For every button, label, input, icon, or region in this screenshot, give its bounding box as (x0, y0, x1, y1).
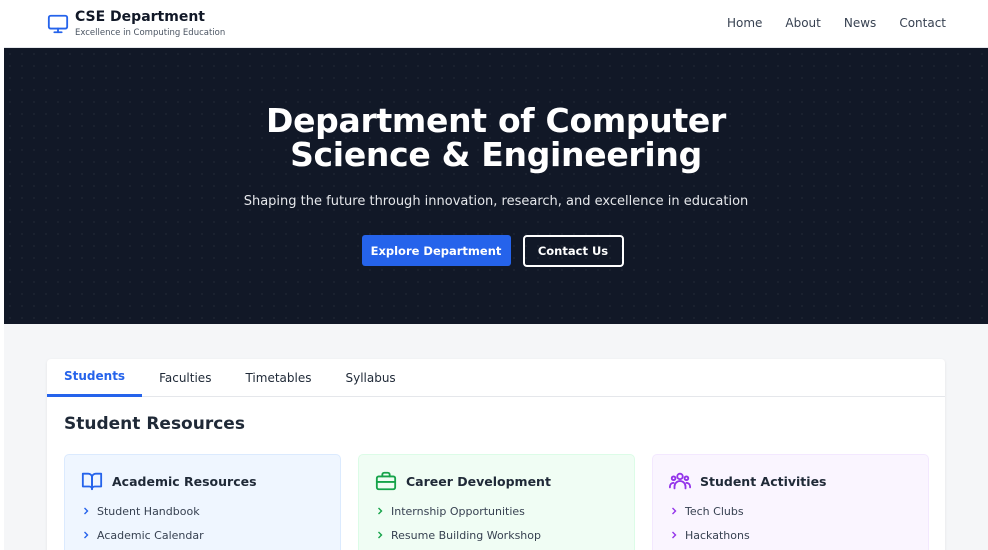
card-title: Career Development (406, 473, 551, 489)
hero-buttons: Explore Department Contact Us (4, 235, 988, 267)
card-link-list: Tech Clubs Hackathons (669, 499, 912, 547)
brand-text: CSE Department Excellence in Computing E… (75, 9, 225, 40)
users-icon (669, 472, 691, 490)
card-header: Career Development (375, 470, 618, 492)
nav-news-link[interactable]: News (844, 16, 876, 30)
list-item[interactable]: Tech Clubs (669, 499, 912, 523)
contact-us-button[interactable]: Contact Us (522, 235, 624, 267)
brand-title: CSE Department (75, 9, 205, 25)
brand-subtitle: Excellence in Computing Education (75, 28, 226, 38)
list-item[interactable]: Academic Calendar (81, 523, 324, 547)
card-link-list: Internship Opportunities Resume Building… (375, 499, 618, 547)
card-header: Student Activities (669, 470, 912, 492)
site-header: CSE Department Excellence in Computing E… (4, 0, 988, 48)
list-item-label: Resume Building Workshop (391, 528, 541, 542)
nav-contact-link[interactable]: Contact (899, 16, 946, 30)
page: CSE Department Excellence in Computing E… (4, 0, 988, 550)
tab-syllabus[interactable]: Syllabus (328, 359, 412, 397)
list-item-label: Student Handbook (97, 504, 200, 518)
chevron-right-icon (84, 531, 89, 539)
chevron-right-icon (672, 507, 677, 515)
brand[interactable]: CSE Department Excellence in Computing E… (47, 9, 225, 40)
tab-timetables[interactable]: Timetables (228, 359, 328, 397)
nav-about-link[interactable]: About (785, 16, 820, 30)
list-item-label: Hackathons (685, 528, 750, 542)
main-nav: Home About News Contact (727, 16, 946, 30)
tab-students[interactable]: Students (47, 359, 143, 397)
tab-faculties[interactable]: Faculties (142, 359, 228, 397)
explore-department-button[interactable]: Explore Department (361, 235, 511, 266)
hero-section: Department of Computer Science & Enginee… (4, 48, 988, 324)
resources-panel: Students Faculties Timetables Syllabus S… (47, 359, 945, 550)
student-activities-card: Student Activities Tech Clubs Hackathons (652, 454, 929, 550)
card-header: Academic Resources (81, 470, 324, 492)
hero-title-line2: Science & Engineering (290, 135, 702, 174)
nav-home-link[interactable]: Home (727, 16, 762, 30)
chevron-right-icon (84, 507, 89, 515)
monitor-icon (47, 13, 69, 35)
card-title: Academic Resources (112, 473, 257, 489)
list-item-label: Tech Clubs (685, 504, 744, 518)
list-item[interactable]: Hackathons (669, 523, 912, 547)
resource-cards: Academic Resources Student Handbook Acad… (64, 454, 929, 550)
list-item[interactable]: Internship Opportunities (375, 499, 618, 523)
list-item[interactable]: Resume Building Workshop (375, 523, 618, 547)
chevron-right-icon (672, 531, 677, 539)
card-link-list: Student Handbook Academic Calendar (81, 499, 324, 547)
list-item-label: Academic Calendar (97, 528, 204, 542)
briefcase-icon (375, 471, 397, 491)
career-development-card: Career Development Internship Opportunit… (358, 454, 635, 550)
hero-title: Department of Computer Science & Enginee… (4, 104, 988, 172)
list-item-label: Internship Opportunities (391, 504, 525, 518)
hero-subtitle: Shaping the future through innovation, r… (243, 194, 749, 209)
chevron-right-icon (378, 531, 383, 539)
card-title: Student Activities (700, 473, 827, 489)
chevron-right-icon (378, 507, 383, 515)
tab-bar: Students Faculties Timetables Syllabus (47, 359, 945, 397)
section-title: Student Resources (64, 414, 245, 434)
book-icon (81, 472, 103, 491)
academic-resources-card: Academic Resources Student Handbook Acad… (64, 454, 341, 550)
list-item[interactable]: Student Handbook (81, 499, 324, 523)
